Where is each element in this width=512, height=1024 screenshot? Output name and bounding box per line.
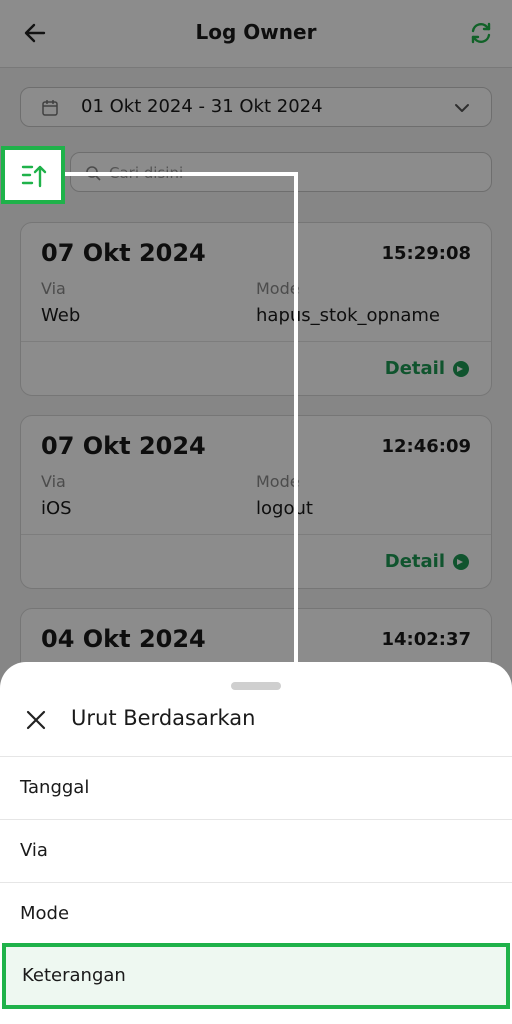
option-label: Mode (20, 903, 70, 924)
close-icon[interactable] (24, 708, 48, 732)
guide-line (65, 172, 298, 176)
sort-icon (21, 165, 47, 188)
sort-option-via[interactable]: Via (0, 819, 512, 882)
sort-button[interactable] (1, 146, 65, 204)
option-label: Via (20, 840, 48, 861)
sheet-title: Urut Berdasarkan (71, 706, 256, 730)
sort-option-mode[interactable]: Mode (0, 882, 512, 945)
sort-option-tanggal[interactable]: Tanggal (0, 756, 512, 819)
option-label: Tanggal (20, 777, 90, 798)
sort-bottom-sheet: Urut Berdasarkan Tanggal Via Mode Ketera… (0, 662, 512, 1024)
drag-handle[interactable] (231, 682, 281, 690)
option-label: Keterangan (22, 965, 126, 986)
sort-option-keterangan[interactable]: Keterangan (2, 943, 510, 1009)
